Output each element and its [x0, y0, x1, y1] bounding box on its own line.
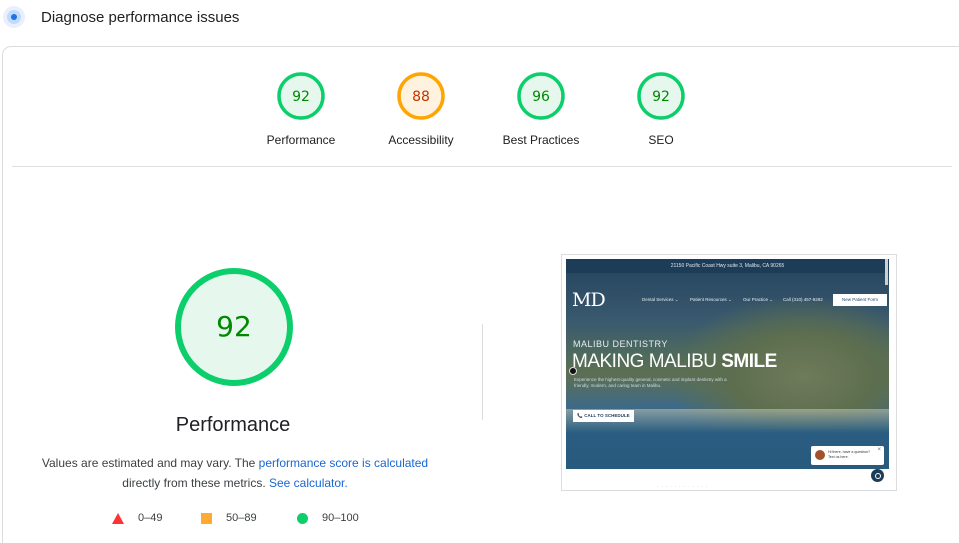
performance-description: Values are estimated and may vary. The p… — [30, 453, 440, 493]
gauge-score: 92 — [652, 89, 670, 105]
screenshot-nav-item: Patient Resources ⌄ — [690, 297, 732, 302]
avatar — [815, 450, 825, 460]
screenshot-topbar: 21150 Pacific Coast Hwy suite 3, Malibu,… — [566, 259, 889, 273]
screenshot-headline: MAKING MALIBU SMILE — [572, 351, 777, 373]
description-text: Values are estimated and may vary. The — [41, 456, 259, 470]
legend-fail: 0–49 — [112, 512, 162, 524]
chat-line: Text us here. — [828, 455, 849, 459]
gauges-divider — [12, 166, 952, 167]
gauge-ring: 92 — [277, 72, 325, 120]
gauge-ring: 96 — [517, 72, 565, 120]
screenshot-logo: MD — [572, 289, 606, 311]
screenshot-image: 21150 Pacific Coast Hwy suite 3, Malibu,… — [566, 259, 889, 469]
lighthouse-icon — [3, 6, 25, 28]
gauge-score: 92 — [292, 89, 310, 105]
screenshot-chat-bubble: Hi there, have a question? Text us here. … — [811, 446, 884, 465]
close-icon: × — [877, 447, 881, 453]
gauge-label: Performance — [266, 133, 336, 147]
see-calculator-link[interactable]: See calculator. — [269, 476, 348, 490]
gauge-score: 88 — [412, 89, 430, 105]
screenshot-new-patient-button: New Patient Form — [833, 294, 887, 306]
gauge-label: Best Practices — [502, 133, 580, 147]
legend-pass: 90–100 — [297, 512, 359, 524]
headline-bold: SMILE — [721, 351, 777, 372]
screenshot-scrollbar — [885, 259, 888, 285]
legend-range: 90–100 — [322, 512, 359, 524]
screenshot-nav-item: Dental Services ⌄ — [642, 297, 679, 302]
headline-light: MAKING MALIBU — [572, 351, 722, 372]
gauge-ring: 92 — [637, 72, 685, 120]
description-text: directly from these metrics. — [122, 476, 266, 490]
gauge-seo[interactable]: 92 SEO — [611, 71, 711, 147]
chat-icon — [871, 469, 884, 482]
vertical-separator — [482, 324, 483, 420]
screenshot-subtext: Experience the highest-quality general, … — [574, 377, 727, 388]
performance-gauge-large: 92 — [175, 268, 293, 386]
gauge-performance[interactable]: 92 Performance — [251, 71, 351, 147]
section-title: Diagnose performance issues — [41, 9, 240, 26]
gauge-label: Accessibility — [388, 133, 454, 147]
chat-line: Hi there, have a question? — [828, 450, 870, 454]
screenshot-below-fold: · · · · · · · · · · · · — [657, 484, 709, 489]
gauge-label: SEO — [648, 133, 674, 147]
gauge-accessibility[interactable]: 88 Accessibility — [371, 71, 471, 147]
section-header: Diagnose performance issues — [0, 0, 959, 38]
score-calculation-link[interactable]: performance score is calculated — [259, 456, 428, 470]
gauge-score: 96 — [532, 89, 550, 105]
gauge-ring: 88 — [397, 72, 445, 120]
screenshot-call-button: 📞 CALL TO SCHEDULE — [573, 410, 634, 422]
circle-icon — [297, 512, 308, 524]
triangle-icon — [112, 512, 124, 524]
legend-range: 0–49 — [138, 512, 163, 524]
screenshot-nav-item: Call (310) 457-9292 — [783, 297, 823, 302]
square-icon — [201, 512, 212, 524]
legend-average: 50–89 — [201, 512, 257, 524]
chat-text: Hi there, have a question? Text us here. — [828, 450, 870, 460]
performance-title: Performance — [175, 414, 291, 436]
final-screenshot[interactable]: 21150 Pacific Coast Hwy suite 3, Malibu,… — [561, 254, 897, 491]
accessibility-icon — [569, 367, 577, 375]
screenshot-kicker: MALIBU DENTISTRY — [573, 339, 668, 349]
screenshot-nav-item: Our Practice ⌄ — [743, 297, 774, 302]
legend-range: 50–89 — [226, 512, 257, 524]
gauge-best-practices[interactable]: 96 Best Practices — [491, 71, 591, 147]
performance-score: 92 — [216, 310, 252, 343]
